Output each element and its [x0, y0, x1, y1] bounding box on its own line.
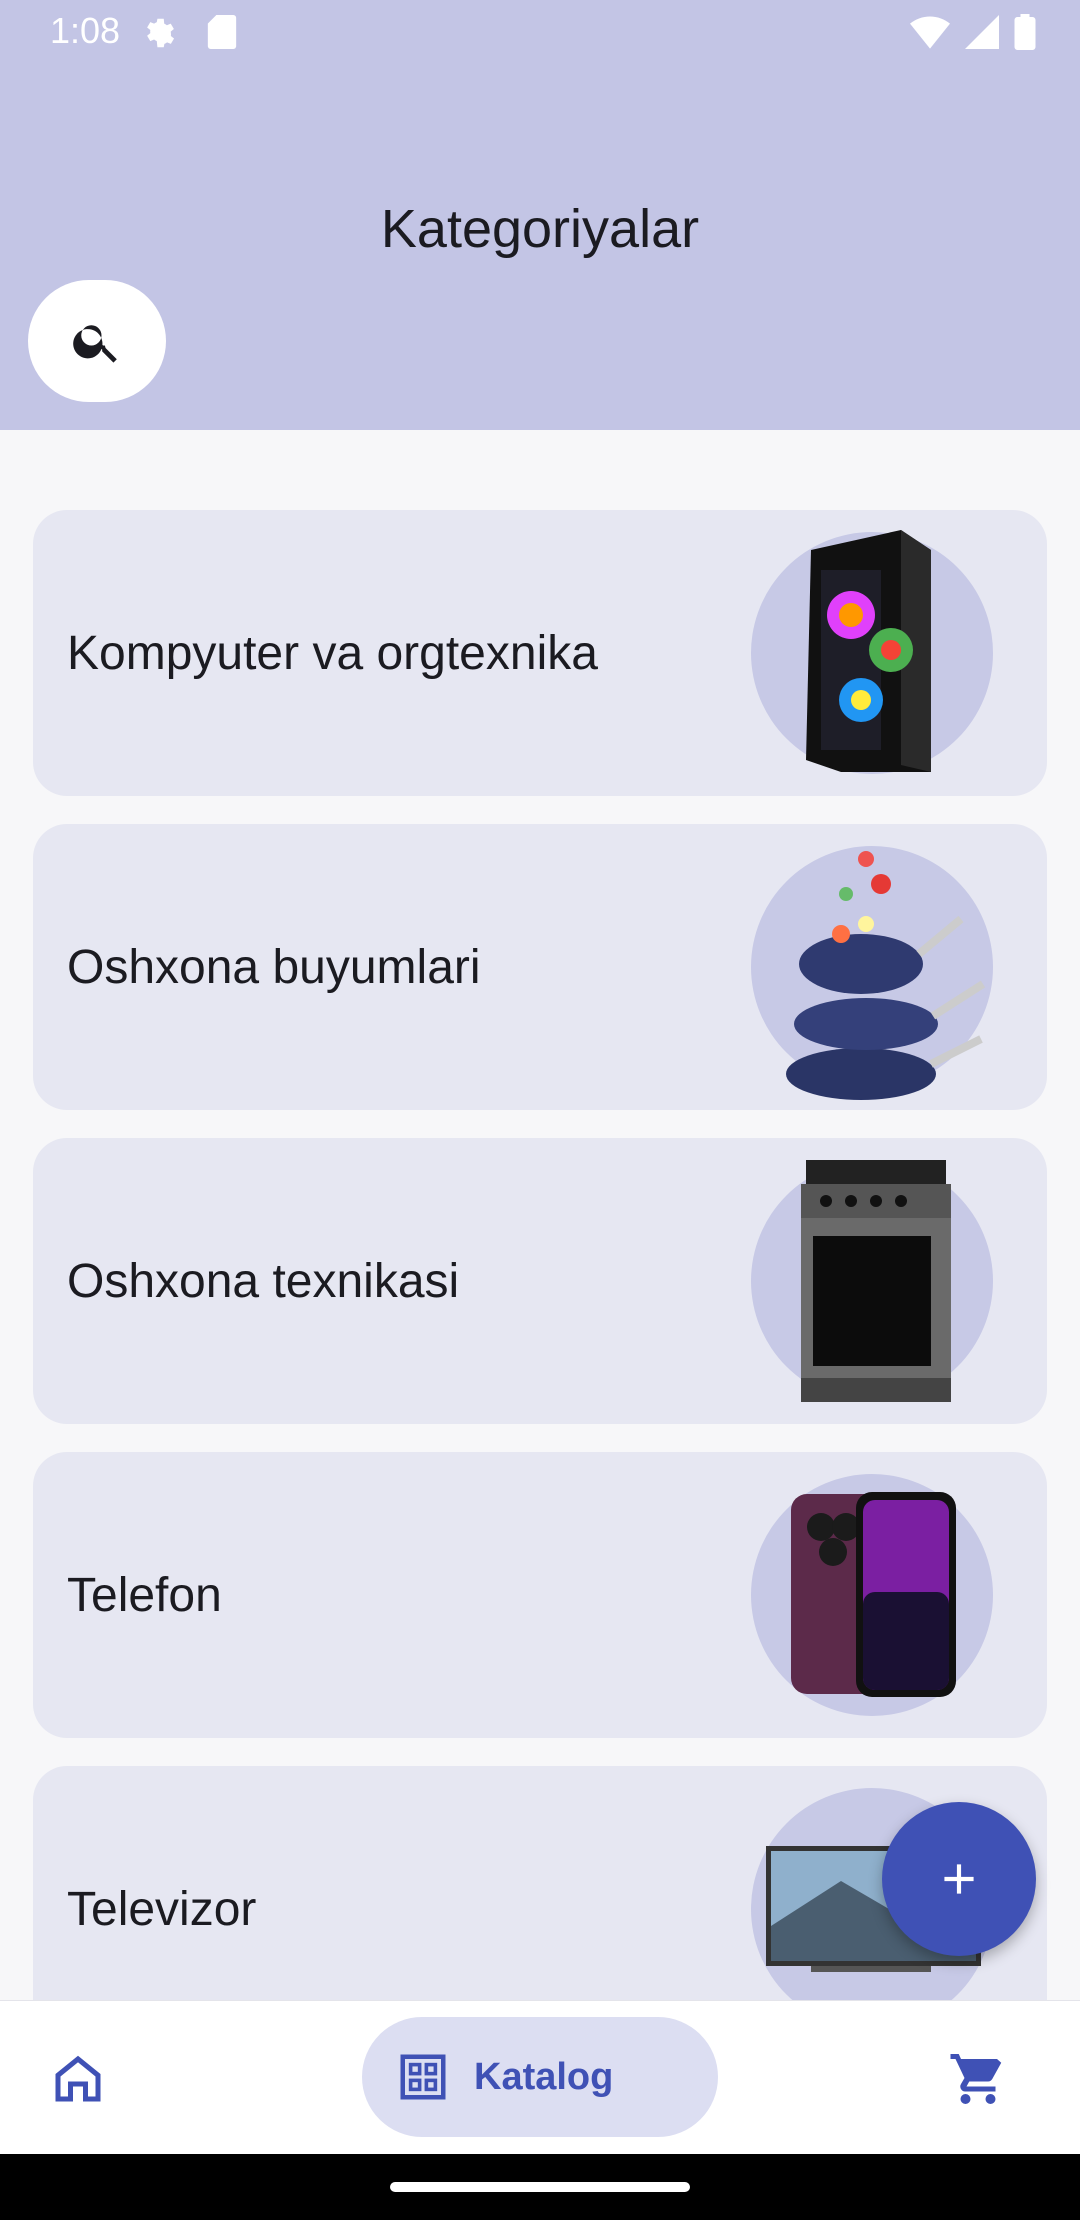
category-label: Kompyuter va orgtexnika — [67, 626, 598, 680]
sd-card-icon — [207, 15, 237, 54]
battery-icon — [1014, 14, 1036, 55]
bottom-navigation: Katalog — [0, 2000, 1080, 2155]
category-label: Telefon — [67, 1568, 222, 1622]
add-button[interactable] — [882, 1802, 1036, 1956]
computer-case-image — [806, 530, 931, 772]
settings-gear-icon — [140, 14, 178, 57]
status-time: 1:08 — [50, 10, 121, 51]
search-button[interactable] — [28, 280, 166, 402]
phone-image — [791, 1492, 956, 1697]
status-bar: 1:08 — [0, 0, 1080, 66]
category-card-phones[interactable]: Telefon — [33, 1452, 1047, 1738]
category-card-kitchenware[interactable]: Oshxona buyumlari — [33, 824, 1047, 1110]
cart-icon — [950, 2054, 1002, 2104]
nav-katalog[interactable]: Katalog — [362, 2017, 718, 2137]
wifi-icon — [910, 15, 950, 54]
category-label: Oshxona buyumlari — [67, 940, 481, 994]
search-icon — [73, 325, 117, 363]
page-title: Kategoriyalar — [380, 199, 700, 259]
home-gesture-handle[interactable] — [390, 2182, 690, 2192]
category-label: Oshxona texnikasi — [67, 1254, 460, 1308]
pans-image — [786, 851, 986, 1100]
home-icon — [55, 2055, 101, 2102]
category-card-computers[interactable]: Kompyuter va orgtexnika — [33, 510, 1047, 796]
plus-icon — [944, 1864, 974, 1894]
nav-katalog-label: Katalog — [474, 2055, 614, 2098]
nav-home[interactable] — [40, 2041, 116, 2117]
signal-icon — [964, 15, 1000, 54]
app-header: Kategoriyalar — [0, 66, 1080, 430]
system-gesture-bar — [0, 2154, 1080, 2220]
grid-icon — [400, 2054, 446, 2100]
stove-image — [801, 1160, 951, 1402]
category-card-kitchen-appliances[interactable]: Oshxona texnikasi — [33, 1138, 1047, 1424]
nav-cart[interactable] — [938, 2039, 1018, 2119]
